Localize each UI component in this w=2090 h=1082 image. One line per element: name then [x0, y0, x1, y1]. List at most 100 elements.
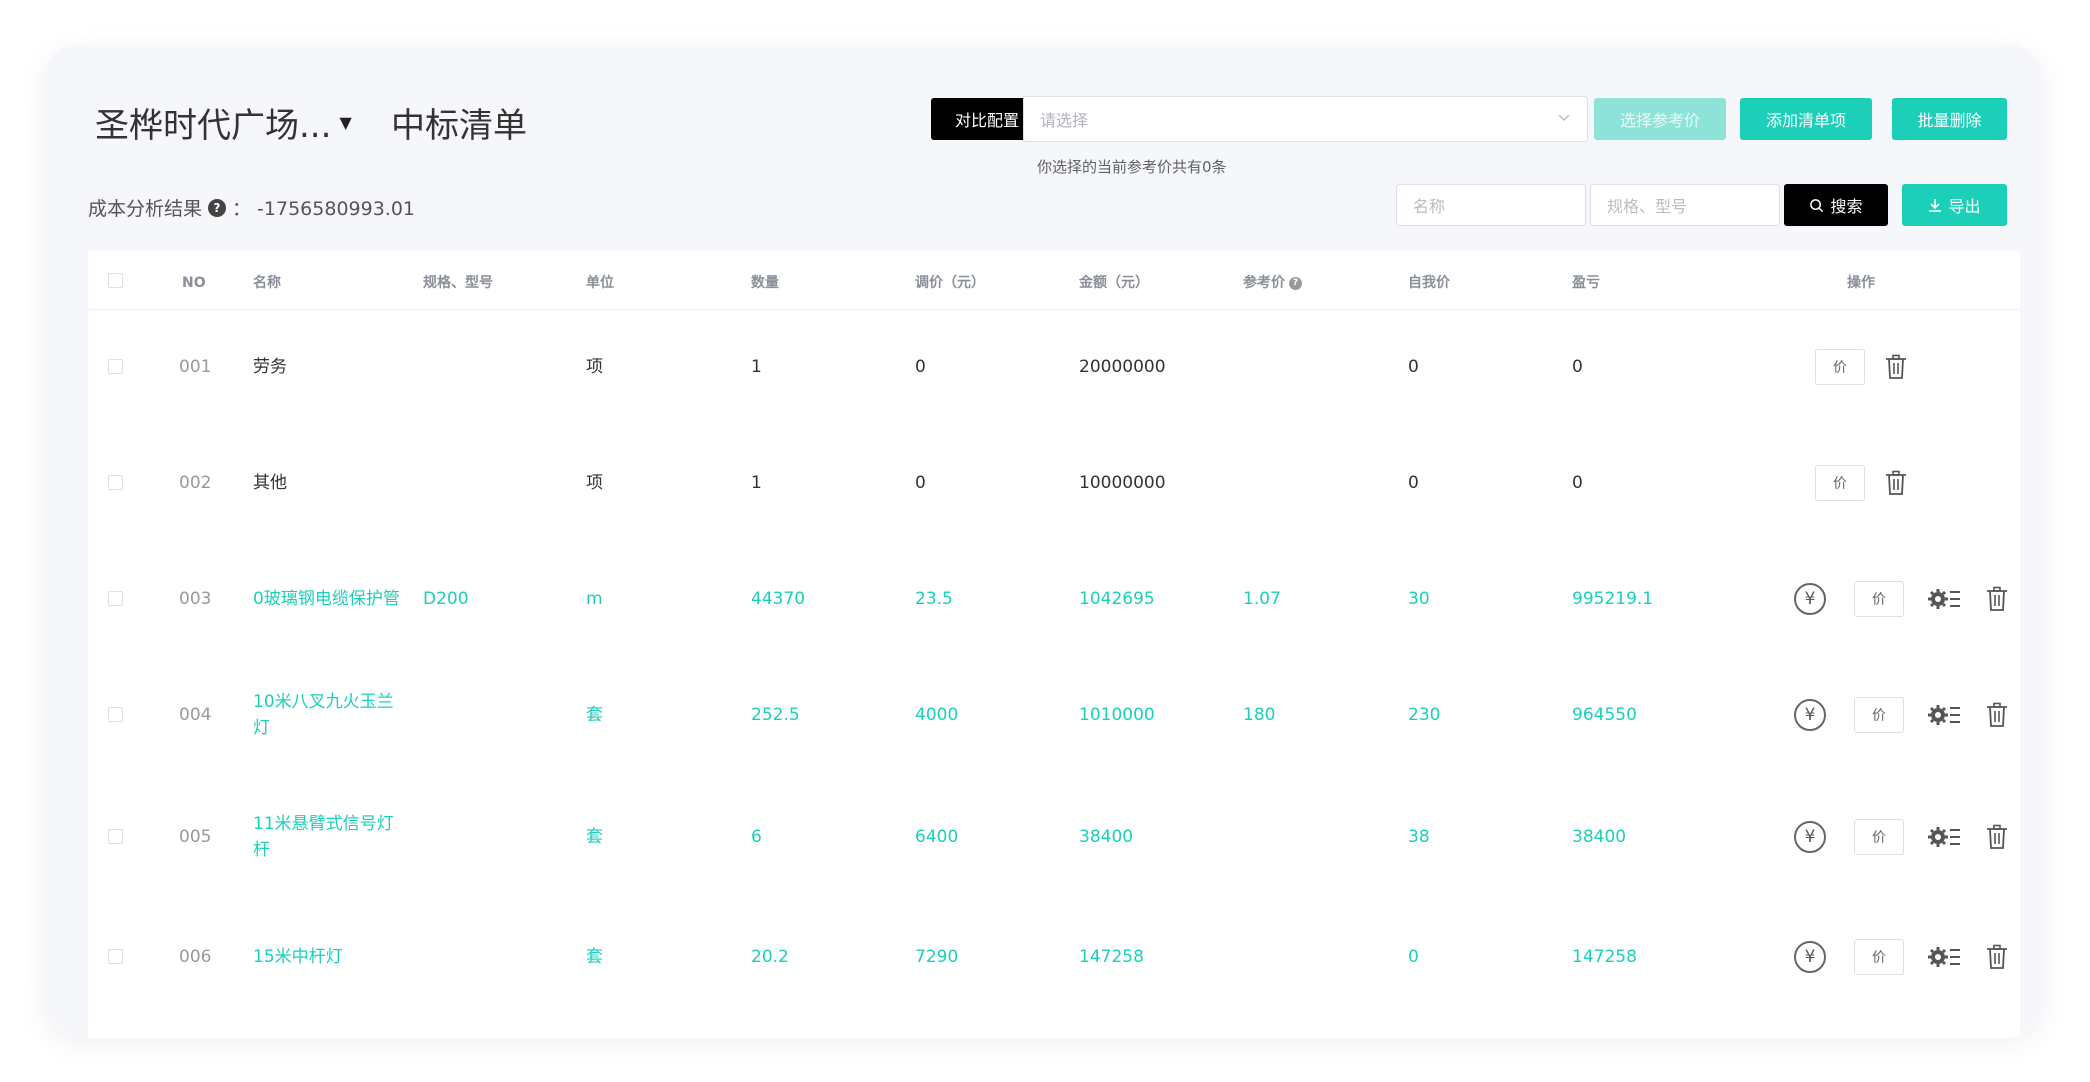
delete-icon[interactable] [1986, 702, 2008, 728]
reference-price-select[interactable]: 请选择 [1023, 96, 1588, 142]
col-spec: 规格、型号 [423, 275, 493, 291]
row-reference-price: 1.07 [1243, 589, 1281, 609]
row-self-price: 38 [1408, 827, 1430, 847]
reference-count-hint: 你选择的当前参考价共有0条 [1037, 158, 1227, 176]
row-unit: 项 [586, 473, 603, 493]
col-no: NO [182, 275, 206, 291]
delete-icon[interactable] [1885, 354, 1907, 380]
table-header: NO 名称 规格、型号 单位 数量 调价（元） 金额（元） 参考价 ? 自我价 … [88, 251, 2020, 310]
download-icon [1929, 199, 1942, 212]
settings-list-icon[interactable] [1927, 702, 1961, 728]
row-spec: D200 [423, 589, 469, 609]
col-name: 名称 [253, 275, 281, 291]
name-input[interactable]: 名称 [1396, 184, 1586, 226]
row-qty: 44370 [751, 589, 806, 609]
row-checkbox[interactable] [108, 591, 123, 606]
row-checkbox[interactable] [108, 359, 123, 374]
caret-down-icon: ▼ [339, 113, 352, 132]
price-button[interactable]: 价 [1854, 697, 1904, 733]
page-title: 中标清单 [391, 106, 527, 146]
row-name: 10米八叉九火玉兰 [253, 692, 394, 712]
select-placeholder: 请选择 [1040, 111, 1089, 130]
yen-icon[interactable]: ¥ [1794, 699, 1826, 731]
table-row: 002 项 1 0 10000000 0 0 其他 价 [88, 425, 2020, 541]
row-reference-price: 180 [1243, 705, 1276, 725]
settings-list-icon[interactable] [1927, 824, 1961, 850]
table-row: 005 套 6 6400 38400 38 38400 11米悬臂式信号灯杆 ¥ 价 [88, 779, 2020, 895]
col-operations: 操作 [1847, 275, 1875, 291]
row-adjusted-price: 4000 [915, 705, 959, 725]
delete-icon[interactable] [1986, 944, 2008, 970]
row-name-continued: 杆 [253, 840, 270, 860]
export-button[interactable]: 导出 [1902, 184, 2007, 226]
table-row: 001 项 1 0 20000000 0 0 劳务 价 [88, 309, 2020, 425]
delete-icon[interactable] [1986, 586, 2008, 612]
row-profit: 0 [1572, 357, 1583, 377]
row-self-price: 30 [1408, 589, 1430, 609]
row-amount: 10000000 [1079, 473, 1166, 493]
row-qty: 1 [751, 357, 762, 377]
row-qty: 20.2 [751, 947, 789, 967]
row-name: 其他 [253, 473, 287, 493]
row-amount: 38400 [1079, 827, 1134, 847]
col-reference-label: 参考价 [1243, 275, 1285, 291]
cost-value: ： -1756580993.01 [232, 198, 416, 220]
delete-icon[interactable] [1986, 824, 2008, 850]
yen-icon[interactable]: ¥ [1794, 941, 1826, 973]
row-no: 004 [179, 705, 212, 725]
row-unit: 套 [586, 827, 603, 847]
row-unit: 套 [586, 705, 603, 725]
row-checkbox[interactable] [108, 475, 123, 490]
row-checkbox[interactable] [108, 829, 123, 844]
project-selector[interactable]: 圣桦时代广场... ▼ [95, 98, 352, 147]
price-button[interactable]: 价 [1815, 465, 1865, 501]
row-profit: 964550 [1572, 705, 1637, 725]
cost-label: 成本分析结果 [88, 198, 203, 220]
row-adjusted-price: 7290 [915, 947, 959, 967]
price-button[interactable]: 价 [1854, 581, 1904, 617]
row-no: 002 [179, 473, 212, 493]
row-self-price: 0 [1408, 947, 1419, 967]
row-self-price: 0 [1408, 357, 1419, 377]
row-amount: 20000000 [1079, 357, 1166, 377]
table-row: 004 套 252.5 4000 1010000 180 230 964550 10米八叉九火玉… [88, 657, 2020, 773]
delete-icon[interactable] [1885, 470, 1907, 496]
row-amount: 1042695 [1079, 589, 1155, 609]
cost-analysis: 成本分析结果 ? ： -1756580993.01 [88, 194, 415, 221]
row-checkbox[interactable] [108, 949, 123, 964]
add-item-button[interactable]: 添加清单项 [1740, 98, 1872, 140]
table-row: 003 D200 m 44370 23.5 1042695 1.07 30 995219.1 0玻… [88, 541, 2020, 657]
row-no: 001 [179, 357, 212, 377]
row-amount: 1010000 [1079, 705, 1155, 725]
yen-icon[interactable]: ¥ [1794, 821, 1826, 853]
row-unit: m [586, 589, 603, 609]
price-button[interactable]: 价 [1854, 819, 1904, 855]
row-checkbox[interactable] [108, 707, 123, 722]
price-button[interactable]: 价 [1854, 939, 1904, 975]
search-button[interactable]: 搜索 [1784, 184, 1888, 226]
row-profit: 995219.1 [1572, 589, 1654, 609]
row-adjusted-price: 6400 [915, 827, 959, 847]
row-qty: 252.5 [751, 705, 800, 725]
row-name: 11米悬臂式信号灯 [253, 814, 394, 834]
row-no: 005 [179, 827, 212, 847]
help-icon[interactable]: ? [1289, 276, 1302, 290]
row-name: 15米中杆灯 [253, 947, 343, 967]
settings-list-icon[interactable] [1927, 586, 1961, 612]
select-all-checkbox[interactable] [108, 273, 123, 288]
settings-list-icon[interactable] [1927, 944, 1961, 970]
spec-input[interactable]: 规格、型号 [1590, 184, 1780, 226]
project-name: 圣桦时代广场... [95, 106, 332, 146]
yen-icon[interactable]: ¥ [1794, 583, 1826, 615]
choose-reference-button[interactable]: 选择参考价 [1594, 98, 1726, 140]
table-row: 006 套 20.2 7290 147258 0 147258 15米中杆灯 ¥ 价 [88, 899, 2020, 1015]
help-icon[interactable]: ? [208, 198, 227, 217]
col-self-price: 自我价 [1408, 275, 1450, 291]
spec-placeholder: 规格、型号 [1607, 197, 1688, 216]
col-amount: 金额（元） [1079, 275, 1149, 291]
batch-delete-button[interactable]: 批量删除 [1892, 98, 2007, 140]
price-button[interactable]: 价 [1815, 349, 1865, 385]
row-profit: 147258 [1572, 947, 1637, 967]
chevron-down-icon [1557, 111, 1571, 127]
bid-list-table: NO 名称 规格、型号 单位 数量 调价（元） 金额（元） 参考价 ? 自我价 … [88, 251, 2020, 1038]
